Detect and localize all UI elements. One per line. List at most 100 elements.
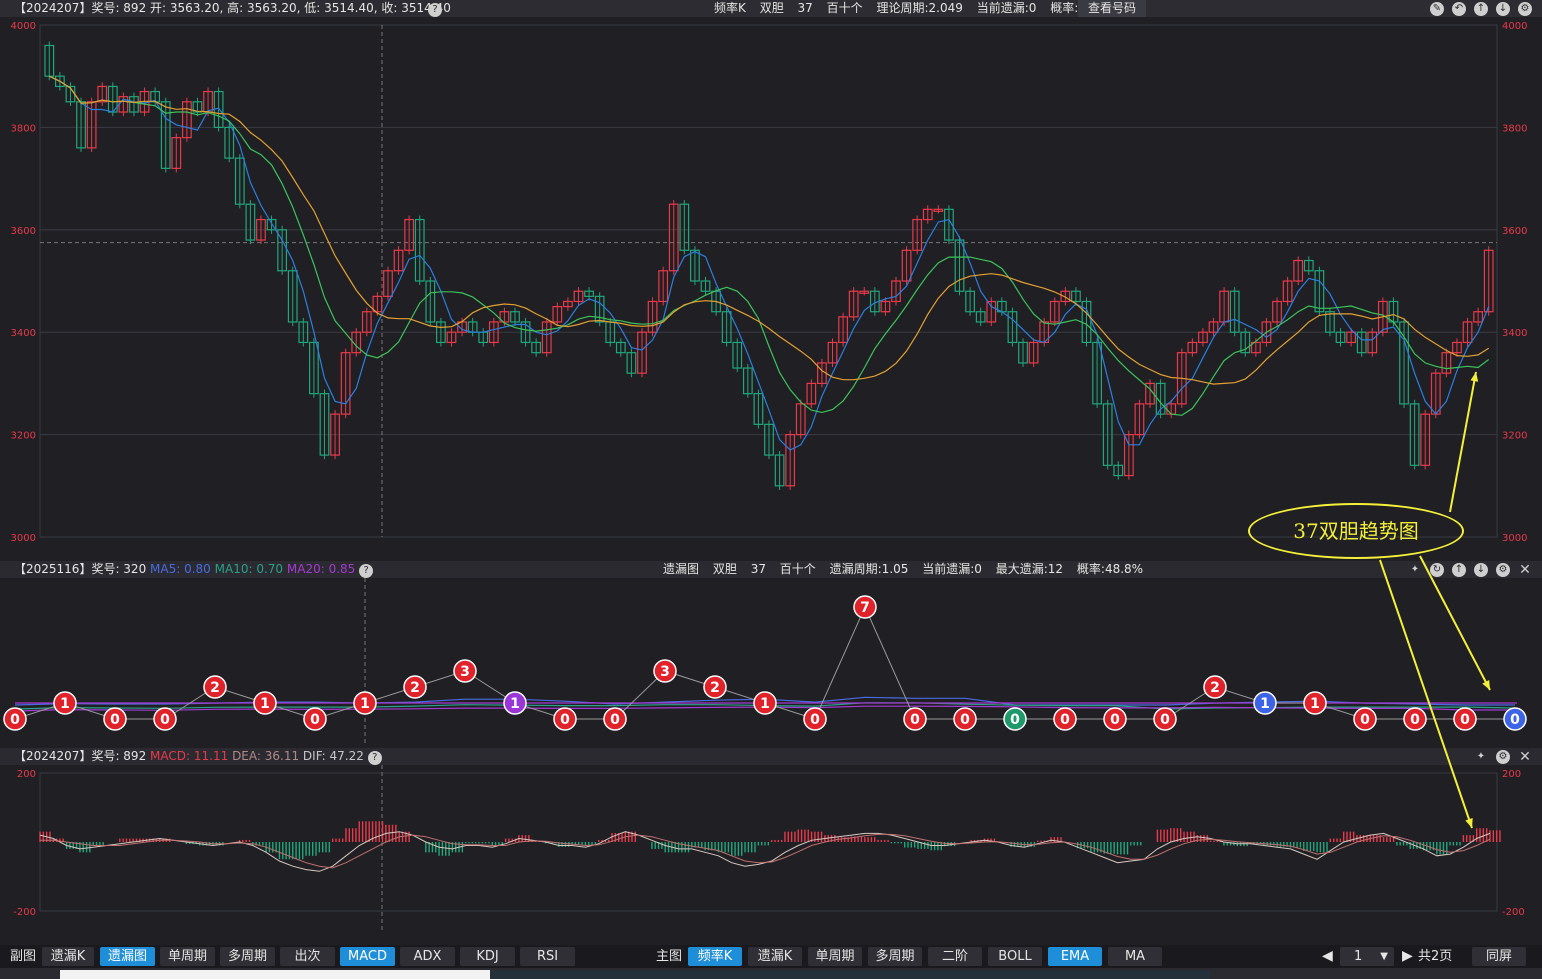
omit-point-label: 0 <box>1060 712 1070 728</box>
lookup-button[interactable]: 查看号码 <box>1078 0 1147 17</box>
next-arrow-icon[interactable]: ▶ <box>1402 947 1413 966</box>
omit-point-label: 0 <box>910 712 920 728</box>
y-tick-label-right: 3400 <box>1502 328 1527 339</box>
y-tick-label-top: 200 <box>17 769 36 780</box>
macd-label: MACD: 11.11 <box>150 749 229 763</box>
omit-current-label: 当前遗漏:0 <box>922 562 982 576</box>
close-icon[interactable]: ✕ <box>1518 563 1532 577</box>
trend-callout: 37双胆趋势图 <box>1248 503 1464 559</box>
omit-point-label: 0 <box>10 712 20 728</box>
page-select[interactable]: 1 ▼ <box>1340 947 1394 966</box>
omit-point-label: 0 <box>110 712 120 728</box>
main-ma-button[interactable]: MA <box>1108 947 1162 966</box>
position-label: 百十个 <box>826 1 863 15</box>
up-icon[interactable]: ↑ <box>1474 1 1488 16</box>
sub-omit-chart-button[interactable]: 遗漏图 <box>100 947 155 966</box>
main-panel-info: 【2024207】奖号: 892 开: 3563.20, 高: 3563.20,… <box>14 1 451 15</box>
y-tick-label-right: 3200 <box>1502 431 1527 442</box>
main-single-period-button[interactable]: 单周期 <box>808 947 862 966</box>
y-tick-label-left: 3400 <box>11 328 36 339</box>
scrollbar-track <box>490 970 1210 979</box>
prev-arrow-icon[interactable]: ◀ <box>1322 947 1333 966</box>
macd-panel-info: 【2024207】奖号: 892 MACD: 11.11 DEA: 36.11 … <box>14 748 382 765</box>
sub-kdj-button[interactable]: KDJ <box>460 947 515 966</box>
omit-info-prefix: 【2025116】奖号: 320 <box>14 562 147 576</box>
settings-icon[interactable]: ⚙ <box>1496 749 1510 764</box>
pin-icon[interactable]: ✦ <box>1474 750 1488 764</box>
down-icon[interactable]: ↓ <box>1496 1 1510 16</box>
omit-mode-label: 遗漏图 <box>663 562 700 576</box>
close-icon[interactable]: ✕ <box>1518 750 1532 764</box>
omit-point-label: 0 <box>810 712 820 728</box>
main-panel-icons: ✎ ↶ ↑ ↓ ⚙ <box>1430 0 1532 17</box>
omit-point-label: 3 <box>660 664 670 680</box>
sub-multi-period-button[interactable]: 多周期 <box>220 947 275 966</box>
mode-label: 频率K <box>714 1 746 15</box>
omit-point-label: 1 <box>760 696 770 712</box>
sub-single-period-button[interactable]: 单周期 <box>160 947 215 966</box>
sub-chart-label: 副图 <box>10 949 37 964</box>
main-freq-k-button[interactable]: 频率K <box>688 947 742 966</box>
y-tick-label-left: 3200 <box>11 431 36 442</box>
omit-point-label: 0 <box>960 712 970 728</box>
main-omit-k-button[interactable]: 遗漏K <box>748 947 802 966</box>
omit-point-label: 1 <box>260 696 270 712</box>
period-label: 理论周期:2.049 <box>876 1 963 15</box>
omit-point-label: 2 <box>410 680 420 696</box>
y-tick-label-right: 4000 <box>1502 21 1527 32</box>
main-multi-period-button[interactable]: 多周期 <box>868 947 922 966</box>
y-tick-label-left: 4000 <box>11 21 36 32</box>
main-second-order-button[interactable]: 二阶 <box>928 947 982 966</box>
omit-point-label: 1 <box>1260 696 1270 712</box>
y-tick-label-left: 3800 <box>11 123 36 134</box>
main-panel-header: 【2024207】奖号: 892 开: 3563.20, 高: 3563.20,… <box>0 0 1542 17</box>
type-label: 双胆 <box>759 1 784 15</box>
help-icon[interactable]: ? <box>367 751 382 765</box>
omit-point-label: 2 <box>210 680 220 696</box>
sub-macd-button[interactable]: MACD <box>340 947 395 966</box>
back-icon[interactable]: ↶ <box>1452 1 1466 16</box>
y-tick-label-bottom: -200 <box>13 907 36 918</box>
up-icon[interactable]: ↑ <box>1452 562 1466 577</box>
sub-omit-k-button[interactable]: 遗漏K <box>42 947 94 966</box>
scrollbar-thumb[interactable] <box>60 970 490 979</box>
omit-chart[interactable]: 0 1 0 0 2 1 0 1 2 3 1 0 0 3 2 1 0 7 0 0 0 0 0 0 2 1 1 0 0 0 0 <box>0 578 1542 743</box>
sub-occurrence-button[interactable]: 出次 <box>280 947 335 966</box>
y-tick-label-left: 3600 <box>11 226 36 237</box>
refresh-icon[interactable]: ↻ <box>1430 562 1444 577</box>
omit-point-label: 0 <box>310 712 320 728</box>
main-chart[interactable]: 4000 4000 3800 3800 3600 3600 3400 3400 3200 3200… <box>0 17 1542 554</box>
y-tick-label-top-right: 200 <box>1502 769 1521 780</box>
sub-rsi-button[interactable]: RSI <box>520 947 575 966</box>
omit-point-label: 0 <box>1160 712 1170 728</box>
omit-point-label: 0 <box>1110 712 1120 728</box>
omit-panel-header: 【2025116】奖号: 320 MA5: 0.80 MA10: 0.70 MA… <box>0 561 1542 578</box>
sub-adx-button[interactable]: ADX <box>400 947 455 966</box>
omit-point-label: 0 <box>560 712 570 728</box>
y-tick-label-right: 3800 <box>1502 123 1527 134</box>
chevron-down-icon: ▼ <box>1380 951 1388 962</box>
main-boll-button[interactable]: BOLL <box>988 947 1042 966</box>
settings-icon[interactable]: ⚙ <box>1496 562 1510 577</box>
help-icon[interactable]: ? <box>359 564 374 578</box>
omit-period-label: 遗漏周期:1.05 <box>829 562 909 576</box>
macd-chart[interactable]: 200 -200 200 -200 <box>0 765 1542 943</box>
omit-point-label: 2 <box>1210 680 1220 696</box>
edit-icon[interactable]: ✎ <box>1430 1 1444 16</box>
down-icon[interactable]: ↓ <box>1474 562 1488 577</box>
main-ema-button[interactable]: EMA <box>1048 947 1102 966</box>
macd-info-prefix: 【2024207】奖号: 892 <box>14 749 147 763</box>
omit-point-label: 1 <box>510 696 520 712</box>
ma10-label: MA10: 0.70 <box>214 562 284 576</box>
page-total: 共2页 <box>1418 949 1453 964</box>
pin-icon[interactable]: ✦ <box>1408 563 1422 577</box>
same-screen-button[interactable]: 同屏 <box>1472 947 1526 966</box>
dif-line <box>39 831 1491 872</box>
help-icon[interactable]: ? <box>428 0 442 17</box>
settings-icon[interactable]: ⚙ <box>1518 1 1532 16</box>
bottom-toolbar: 副图 遗漏K 遗漏图 单周期 多周期 出次 MACD ADX KDJ RSI 主… <box>0 945 1542 968</box>
omit-probability-label: 概率:48.8% <box>1076 562 1144 576</box>
omit-position-label: 百十个 <box>779 562 816 576</box>
omit-point-label: 0 <box>1510 712 1520 728</box>
omit-panel-center: 遗漏图 双胆 37 百十个 遗漏周期:1.05 当前遗漏:0 最大遗漏:12 概… <box>663 561 1143 578</box>
